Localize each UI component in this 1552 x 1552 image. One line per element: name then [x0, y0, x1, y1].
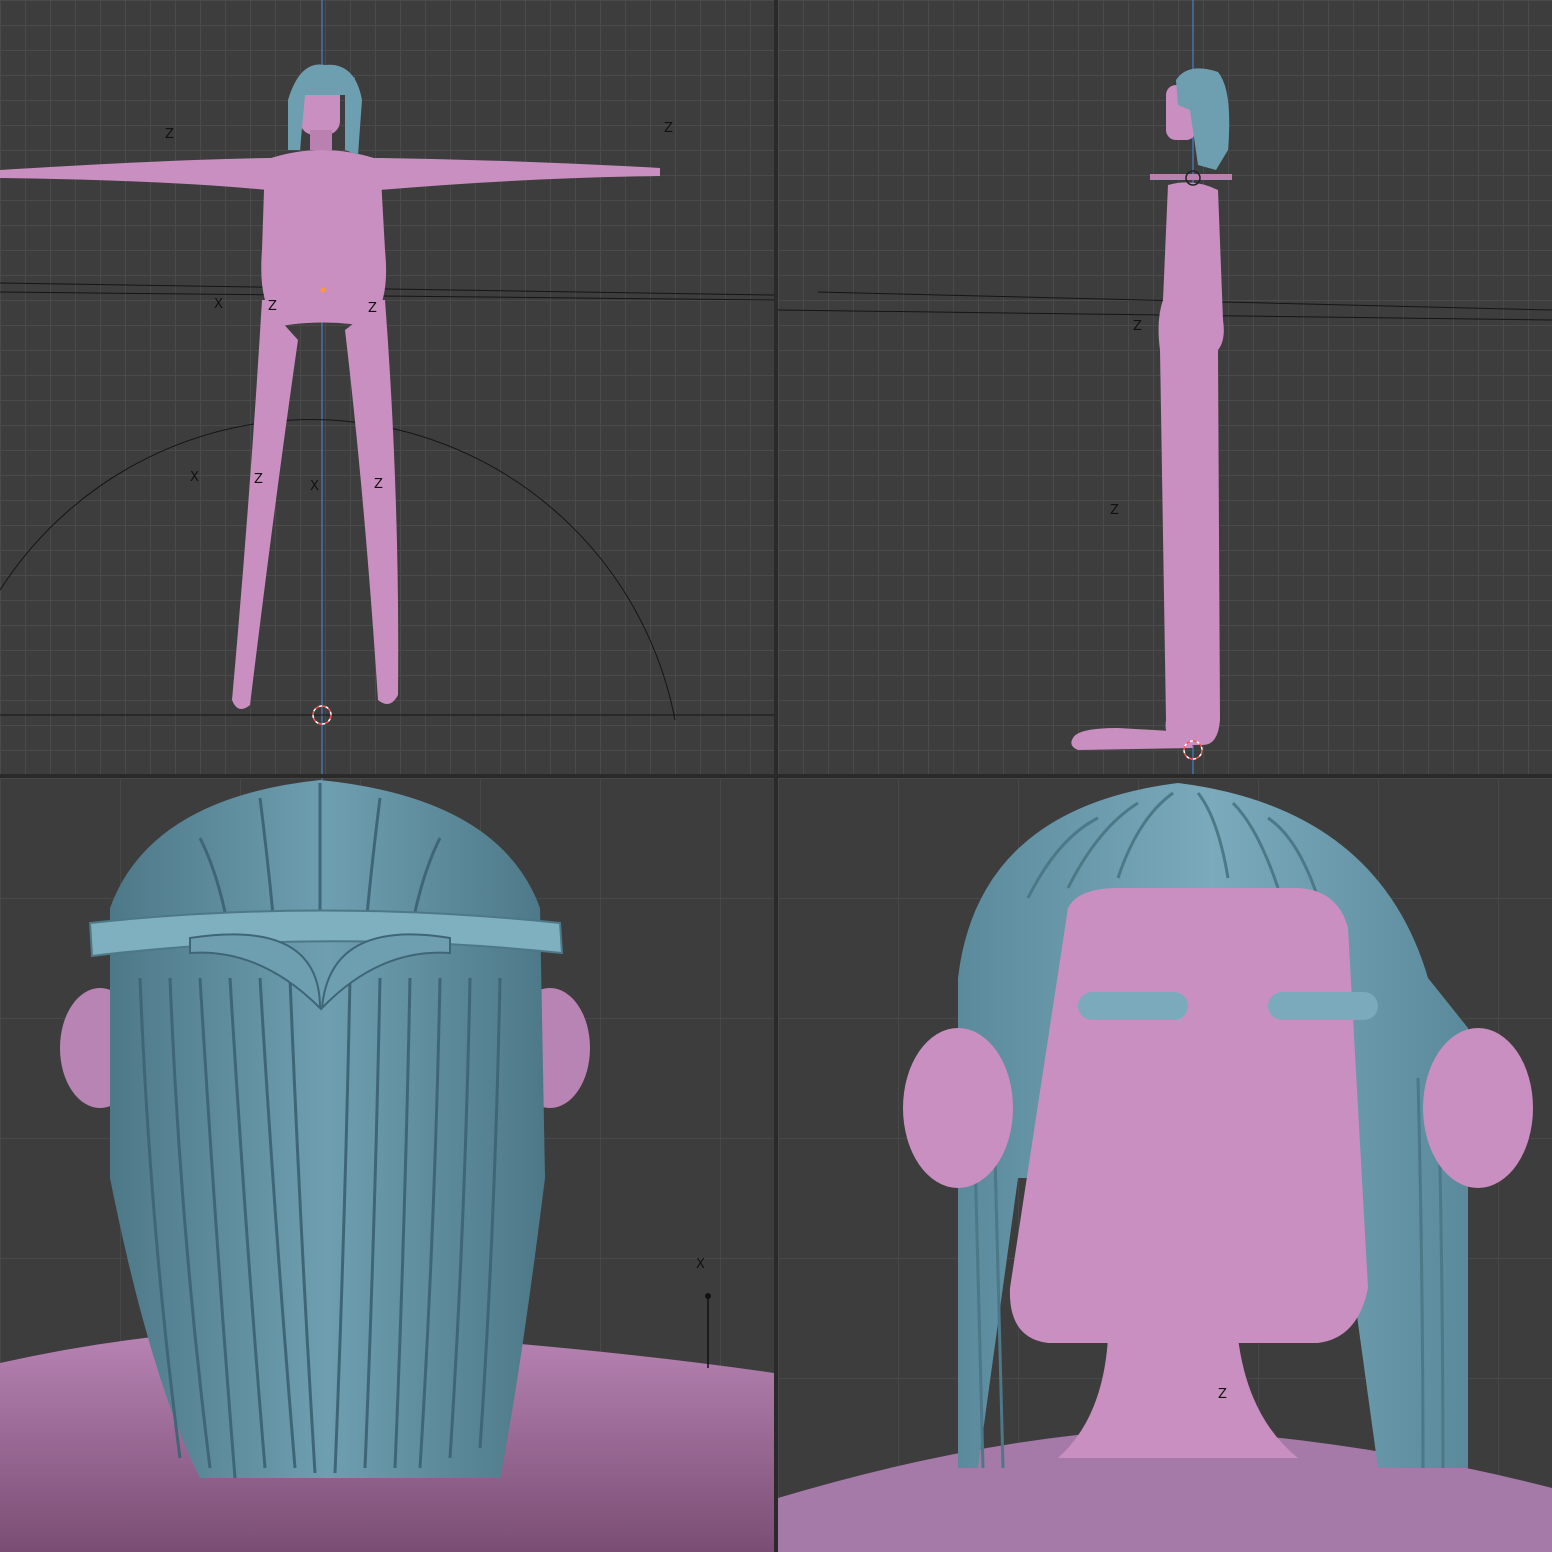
svg-text:Z: Z	[1218, 1387, 1227, 1402]
rig-arc	[0, 419, 676, 721]
left-ear	[903, 1028, 1013, 1188]
svg-text:Z: Z	[664, 121, 673, 136]
viewport-divider-horizontal[interactable]	[0, 774, 1552, 778]
svg-text:X: X	[696, 1257, 705, 1272]
back-scene: X	[0, 778, 774, 1552]
svg-text:X: X	[214, 297, 223, 312]
right-eyebrow	[1268, 992, 1378, 1020]
svg-text:X: X	[190, 470, 199, 485]
character-front[interactable]	[0, 64, 660, 709]
side-viewport[interactable]: Z Z	[778, 0, 1552, 774]
left-eyebrow	[1078, 992, 1188, 1020]
svg-text:X: X	[310, 479, 319, 494]
back-closeup-viewport[interactable]: X	[0, 778, 774, 1552]
svg-text:Z: Z	[1110, 503, 1119, 518]
neck	[1058, 1338, 1298, 1458]
svg-text:Z: Z	[368, 301, 377, 316]
svg-text:Z: Z	[254, 472, 263, 487]
character-side[interactable]	[1071, 68, 1232, 750]
svg-text:Z: Z	[165, 127, 174, 142]
svg-text:Z: Z	[268, 299, 277, 314]
face	[1009, 888, 1368, 1343]
svg-text:Z: Z	[1133, 319, 1142, 334]
front-scene: Z Z Z Z X Z Z X X	[0, 0, 774, 774]
right-ear	[1423, 1028, 1533, 1188]
origin-point	[320, 287, 326, 293]
svg-text:Z: Z	[374, 477, 383, 492]
hair-back	[110, 780, 545, 1478]
side-scene: Z Z	[778, 0, 1552, 774]
face-closeup-viewport[interactable]: Z	[778, 778, 1552, 1552]
front-viewport[interactable]: Z Z Z Z X Z Z X X	[0, 0, 774, 774]
face-scene: Z	[778, 783, 1552, 1552]
